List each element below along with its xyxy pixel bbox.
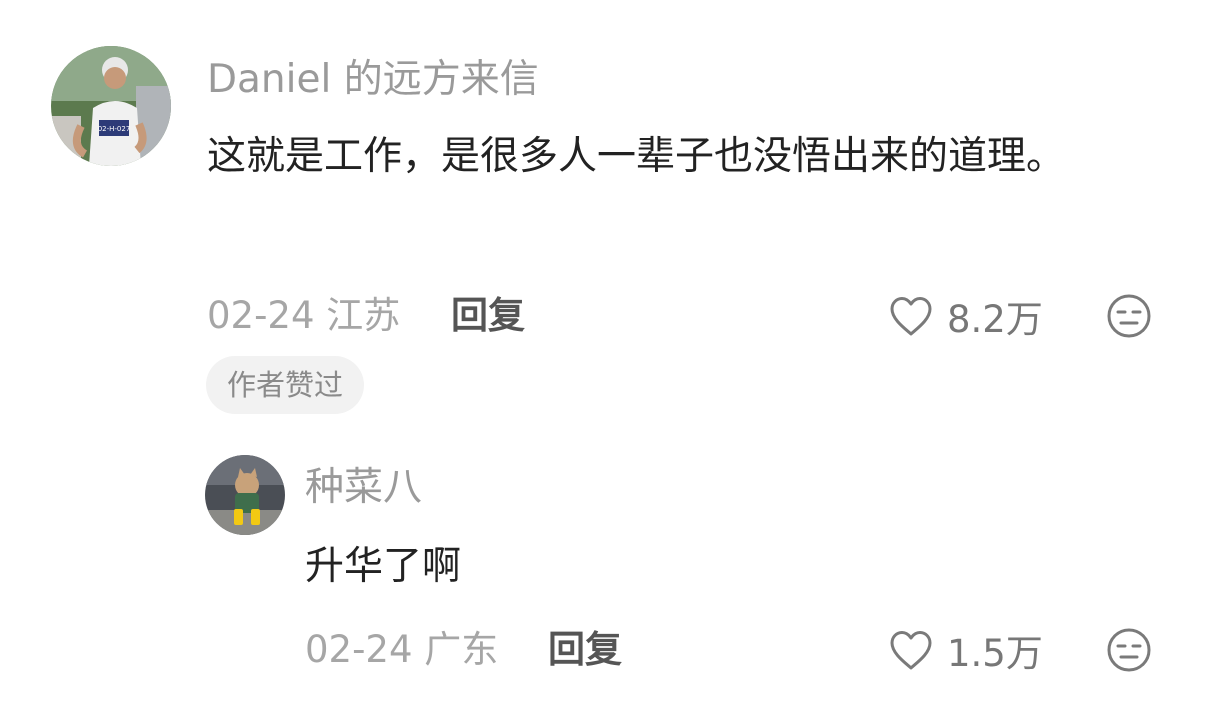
author-liked-badge: 作者赞过 — [206, 356, 365, 414]
neutral-face-icon — [1107, 628, 1151, 672]
reply-like-button[interactable]: 1.5万 — [887, 626, 1043, 675]
comment-like-count: 8.2万 — [947, 298, 1043, 341]
neutral-face-icon — [1107, 294, 1151, 338]
reply-date: 02-24 — [305, 628, 413, 671]
comment-like-button[interactable]: 8.2万 — [887, 292, 1043, 341]
comment-username[interactable]: Daniel 的远方来信 — [207, 54, 539, 106]
comment-reply-button[interactable]: 回复 — [451, 292, 525, 340]
reply-location: 广东 — [424, 628, 499, 671]
reply-text: 升华了啊 — [305, 544, 462, 589]
reply-dislike-button[interactable] — [1106, 627, 1152, 677]
comment-date: 02-24 — [207, 294, 315, 337]
heart-outline-icon — [890, 631, 932, 670]
reply-like-count: 1.5万 — [947, 632, 1043, 675]
reply-meta: 02-24 广东 — [305, 626, 498, 674]
avatar-bib-text: 02-H-027 — [98, 125, 131, 133]
avatar[interactable]: 02-H-027 — [51, 46, 171, 166]
comment-meta: 02-24 江苏 — [207, 292, 400, 340]
comment-location: 江苏 — [326, 294, 401, 337]
comment-dislike-button[interactable] — [1106, 293, 1152, 343]
reply-avatar[interactable] — [205, 455, 285, 535]
comment-text: 这就是工作，是很多人一辈子也没悟出来的道理。 — [207, 134, 1066, 179]
reply-reply-button[interactable]: 回复 — [548, 626, 622, 674]
heart-outline-icon — [890, 297, 932, 336]
reply-username[interactable]: 种菜八 — [305, 462, 422, 514]
